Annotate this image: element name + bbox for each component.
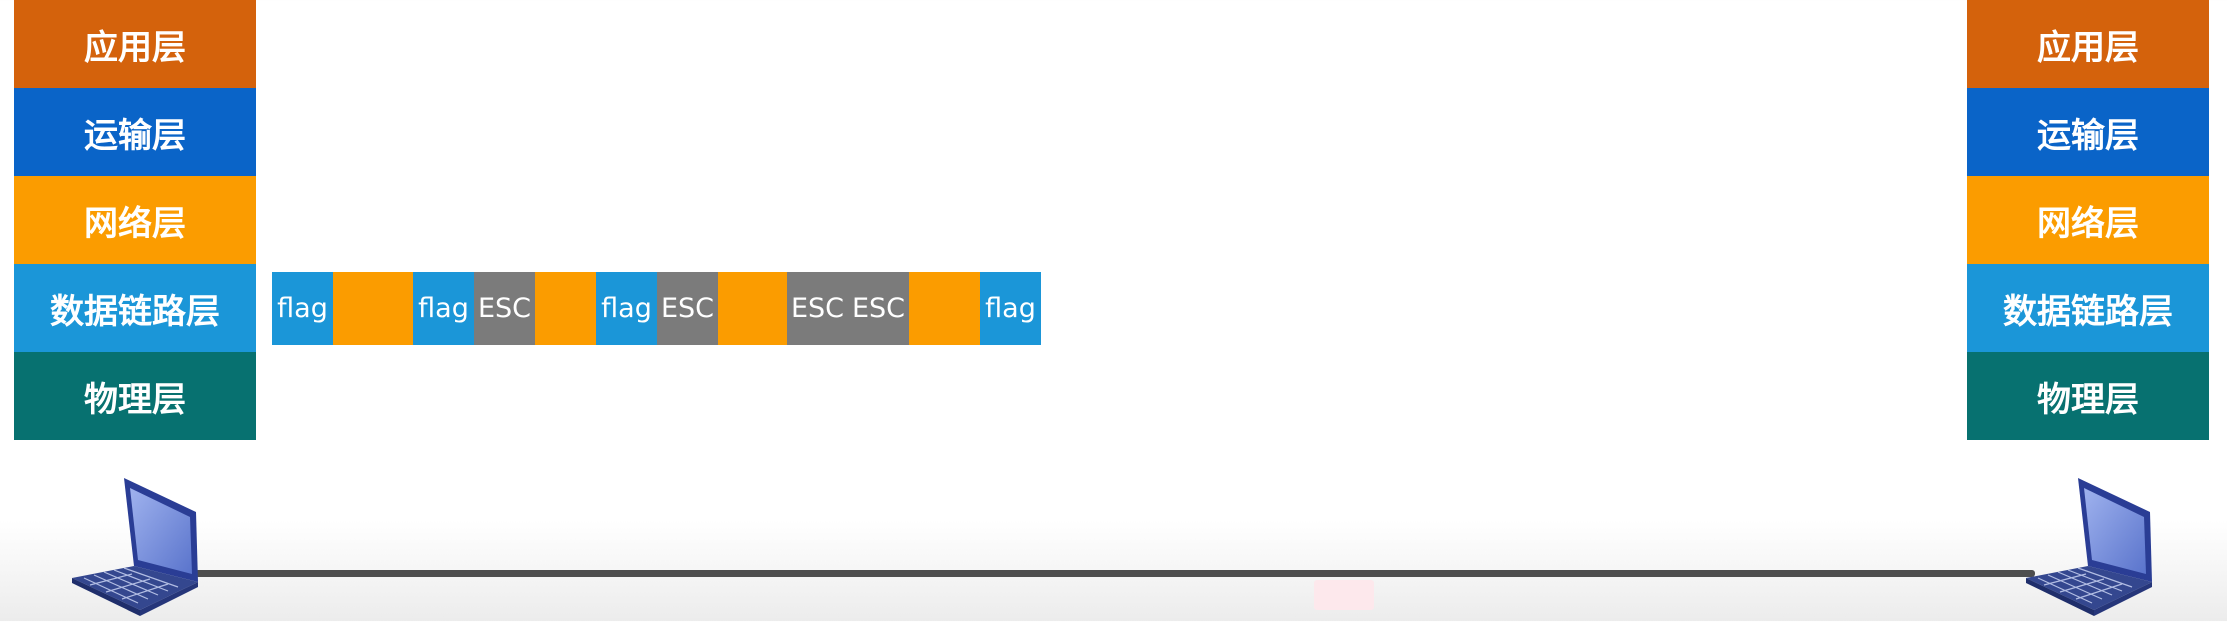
frame-data-segment [718,272,787,345]
transmission-link [195,570,2035,577]
right-protocol-stack: 应用层 运输层 网络层 数据链路层 物理层 [1967,0,2209,440]
right-transport-layer: 运输层 [1967,88,2209,176]
frame-esc-byte: ESC [474,272,535,345]
frame-data-segment [909,272,980,345]
frame-esc-byte: ESC [657,272,718,345]
frame-data-segment [535,272,596,345]
right-physical-layer: 物理层 [1967,352,2209,440]
frame-stuffed-flag: flag [596,272,657,345]
frame-start-flag: flag [272,272,333,345]
frame-data-segment [333,272,413,345]
right-application-layer: 应用层 [1967,0,2209,88]
frame-esc-byte: ESC [787,272,848,345]
right-network-layer: 网络层 [1967,176,2209,264]
laptop-icon [2020,470,2160,621]
frame-esc-byte: ESC [848,272,909,345]
left-physical-layer: 物理层 [14,352,256,440]
left-protocol-stack: 应用层 运输层 网络层 数据链路层 物理层 [14,0,256,440]
frame-end-flag: flag [980,272,1041,345]
laptop-icon [66,470,206,621]
watermark [1314,580,1374,610]
left-network-layer: 网络层 [14,176,256,264]
left-data-link-layer: 数据链路层 [14,264,256,352]
left-transport-layer: 运输层 [14,88,256,176]
left-application-layer: 应用层 [14,0,256,88]
byte-stuffed-frame: flag flag ESC flag ESC ESC ESC flag [272,272,1041,345]
frame-stuffed-flag: flag [413,272,474,345]
right-data-link-layer: 数据链路层 [1967,264,2209,352]
